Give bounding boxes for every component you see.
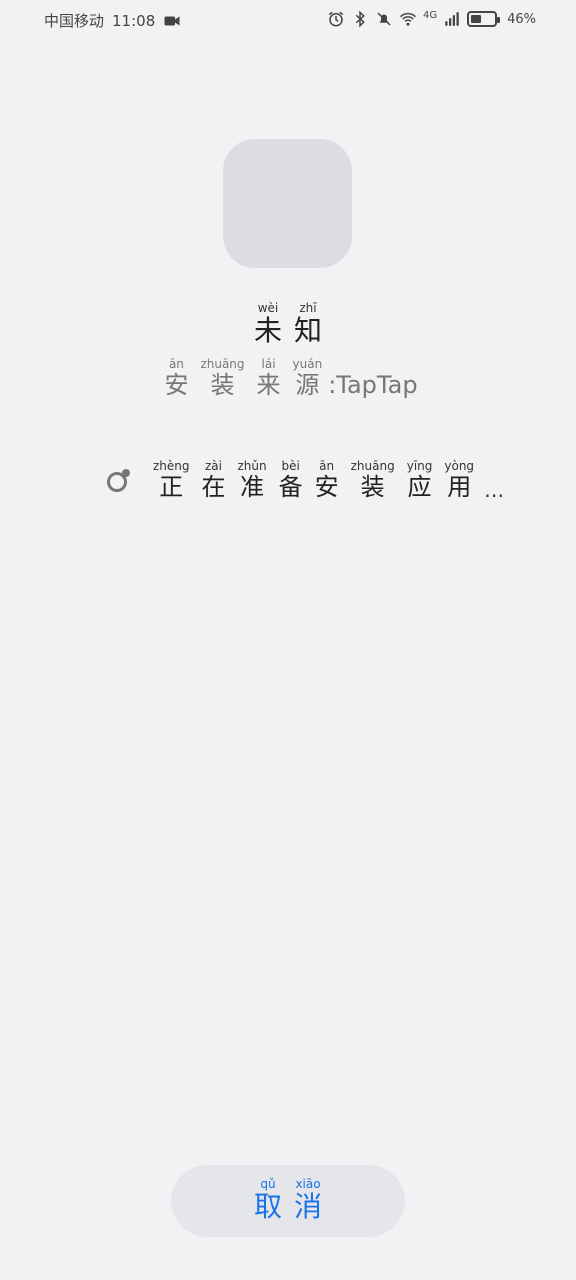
progress-char: 备bèi bbox=[278, 459, 303, 501]
app-icon bbox=[223, 139, 352, 268]
install-source-pinyin: lái bbox=[256, 357, 281, 371]
progress-char: 用yòng bbox=[444, 459, 475, 501]
app-name-char: 知zhī bbox=[294, 301, 323, 347]
install-source-char: 装zhuāng bbox=[200, 357, 245, 399]
install-source-char: 源yuán bbox=[292, 357, 323, 399]
progress-char: 在zài bbox=[201, 459, 226, 501]
install-source-char: 来lái bbox=[256, 357, 281, 399]
progress-pinyin: zhèng bbox=[153, 459, 190, 473]
progress-text: 正zhèng 在zài 准zhǔn 备bèi 安ān 装zhuāng 应yīng 用yòng bbox=[147, 459, 480, 502]
progress-pinyin: ān bbox=[314, 459, 339, 473]
status-right: 4G 46% bbox=[327, 10, 536, 28]
progress-char: 正zhèng bbox=[153, 459, 190, 501]
mute-icon bbox=[375, 10, 393, 28]
loading-spinner-icon bbox=[107, 468, 130, 492]
network-type: 4G bbox=[422, 10, 438, 21]
app-name-pinyin: wèi bbox=[253, 301, 282, 315]
progress-pinyin: bèi bbox=[278, 459, 303, 473]
battery-icon bbox=[467, 11, 501, 27]
progress-row: 正zhèng在zài准zhǔn备bèi安ān装zhuāng应yīng用yòng … bbox=[107, 459, 505, 502]
wifi-icon bbox=[399, 10, 417, 28]
install-source: 安ān 装zhuāng 来lái 源yuán:TapTap bbox=[0, 357, 576, 400]
alarm-icon bbox=[327, 10, 345, 28]
cancel-button[interactable]: 取qǔ 消xiāo bbox=[171, 1165, 405, 1237]
install-source-value: :TapTap bbox=[328, 371, 418, 399]
signal-icon bbox=[443, 10, 461, 28]
install-source-char: 安ān bbox=[164, 357, 189, 399]
app-name-pinyin: zhī bbox=[294, 301, 322, 315]
install-source-pinyin: yuán bbox=[292, 357, 323, 371]
progress-pinyin: yīng bbox=[406, 459, 433, 473]
cancel-char: 消xiāo bbox=[294, 1177, 323, 1224]
clock: 11:08 bbox=[112, 11, 156, 30]
progress-pinyin: zhuāng bbox=[350, 459, 395, 473]
progress-char: 安ān bbox=[314, 459, 339, 501]
progress-pinyin: yòng bbox=[444, 459, 475, 473]
cancel-pinyin: xiāo bbox=[294, 1177, 323, 1192]
bluetooth-icon bbox=[351, 10, 369, 28]
carrier-name: 中国移动 bbox=[44, 12, 105, 30]
install-source-pinyin: ān bbox=[164, 357, 189, 371]
status-bar: 中国移动 11:08 4G 46% bbox=[0, 0, 576, 40]
battery-percent: 46% bbox=[507, 11, 536, 27]
app-name: 未wèi 知zhī bbox=[0, 301, 576, 348]
cancel-button-label: 取qǔ 消xiāo bbox=[248, 1177, 328, 1224]
app-name-text: 未wèi 知zhī bbox=[248, 301, 328, 348]
app-name-char: 未wèi bbox=[253, 301, 282, 347]
video-icon bbox=[163, 12, 181, 30]
progress-char: 准zhǔn bbox=[237, 459, 267, 501]
progress-char: 应yīng bbox=[406, 459, 433, 501]
status-left: 中国移动 11:08 bbox=[44, 10, 181, 31]
progress-char: 装zhuāng bbox=[350, 459, 395, 501]
progress-pinyin: zhǔn bbox=[237, 459, 267, 473]
cancel-pinyin: qǔ bbox=[253, 1177, 282, 1192]
cancel-char: 取qǔ bbox=[253, 1177, 282, 1224]
progress-pinyin: zài bbox=[201, 459, 226, 473]
install-source-label: 安ān 装zhuāng 来lái 源yuán bbox=[158, 357, 328, 400]
progress-ellipsis: … bbox=[484, 477, 505, 502]
install-source-pinyin: zhuāng bbox=[200, 357, 245, 371]
battery-fill bbox=[471, 15, 482, 23]
